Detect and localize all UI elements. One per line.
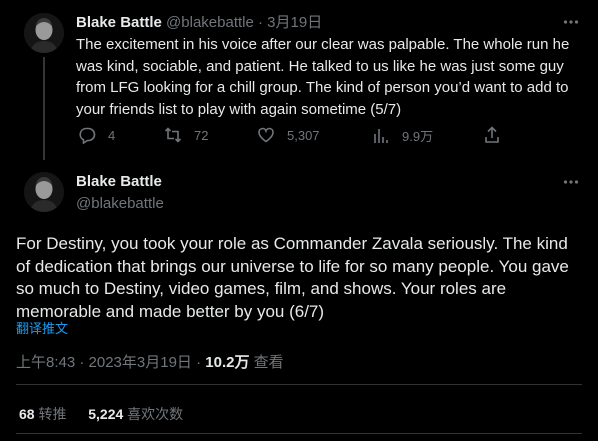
like-count: 5,307 [287,127,320,143]
likes-stat-link[interactable]: 5,224 喜欢次数 [88,406,183,422]
reply-bubble-icon [79,127,96,144]
author-display-name[interactable]: Blake Battle [76,173,164,190]
more-horizontal-icon [563,20,579,24]
retweets-count: 68 [19,406,35,422]
author-name-block: Blake Battle @blakebattle [76,173,164,212]
author-display-name[interactable]: Blake Battle [76,14,162,31]
more-horizontal-icon [563,180,579,184]
likes-count: 5,224 [88,406,124,422]
views-button[interactable]: 9.9万 [372,126,433,145]
engagement-stats: 68 转推 5,224 喜欢次数 [19,404,183,424]
divider [16,433,582,434]
retweet-count: 72 [194,127,209,143]
author-avatar[interactable] [24,172,64,212]
retweets-stat-link[interactable]: 68 转推 [19,406,66,422]
more-options-button[interactable] [560,11,582,33]
retweet-icon [164,127,182,143]
tweet-text: The excitement in his voice after our cl… [76,36,570,118]
retweets-label: 转推 [34,406,67,422]
analytics-bars-icon [374,128,388,143]
like-button[interactable]: 5,307 [257,126,320,144]
likes-label: 喜欢次数 [123,406,184,422]
retweet-button[interactable]: 72 [164,126,208,144]
author-handle[interactable]: @blakebattle [166,14,254,31]
views-count: 10.2万 [205,354,250,371]
avatar-portrait-image [24,13,64,53]
tweet-metadata: 上午8:43 · 2023年3月19日 · 10.2万 查看 [16,351,284,372]
share-button[interactable] [483,126,501,144]
reply-count: 4 [108,127,116,143]
author-avatar[interactable] [24,13,64,53]
thread-tweet-5[interactable]: Blake Battle @blakebattle · 3月19日 The ex… [0,0,598,160]
avatar-portrait-image [24,172,64,212]
tweet-action-bar: 4 72 5,307 9.9万 [76,126,586,146]
reply-button[interactable]: 4 [78,126,115,144]
tweet-text: For Destiny, you took your role as Comma… [16,234,569,321]
share-icon [485,126,499,143]
views-count: 9.9万 [402,129,434,144]
thread-connector-line [43,57,45,160]
views-label: 查看 [249,354,284,371]
more-options-button[interactable] [560,171,582,193]
tweet-date[interactable]: 3月19日 [267,14,322,31]
header-separator: · [258,14,263,31]
heart-icon [258,127,274,143]
translate-tweet-link[interactable]: 翻译推文 [16,318,68,337]
tweet-header: Blake Battle @blakebattle · 3月19日 [76,11,322,32]
divider [16,384,582,385]
tweet-timestamp[interactable]: 上午8:43 · 2023年3月19日 · [16,354,205,371]
author-handle[interactable]: @blakebattle [76,195,164,212]
